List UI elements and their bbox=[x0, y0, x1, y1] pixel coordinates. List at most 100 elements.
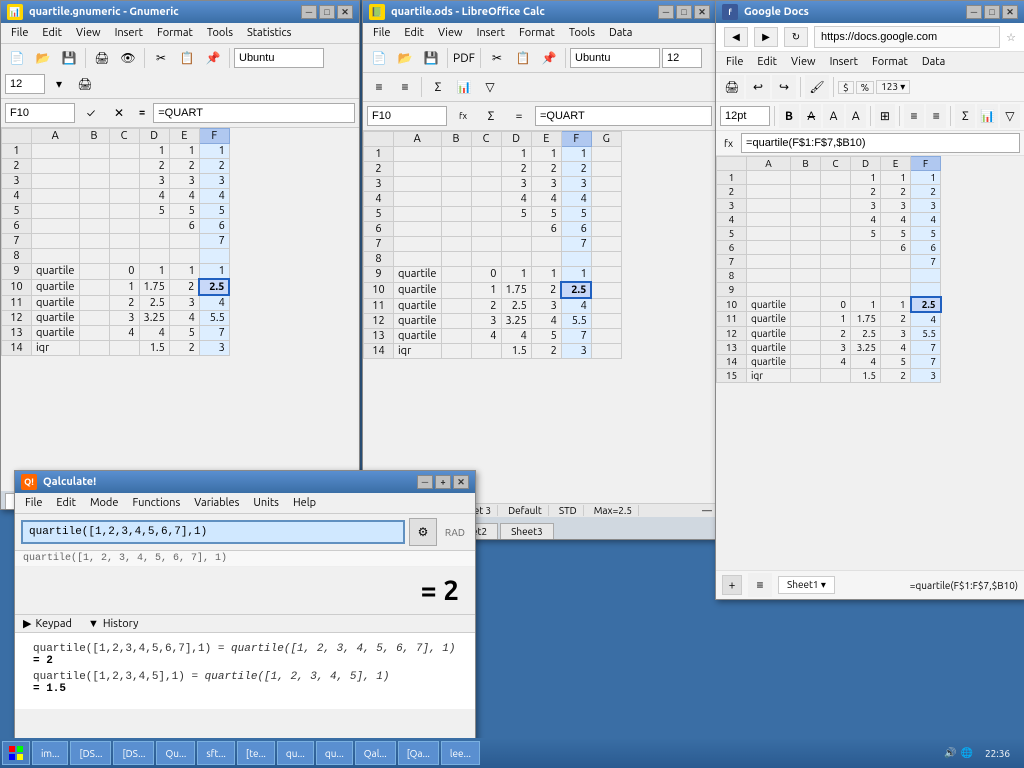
gdocs-sum-btn[interactable]: Σ bbox=[955, 104, 975, 128]
gdocs-bgcolor-btn[interactable]: A bbox=[846, 104, 866, 128]
gdocs-col-header-E[interactable]: E bbox=[881, 157, 911, 171]
cut-btn[interactable]: ✂ bbox=[149, 46, 173, 70]
lo-equals-btn[interactable]: = bbox=[507, 104, 531, 128]
preview-btn[interactable]: 👁 bbox=[116, 46, 140, 70]
gdocs-refresh-btn[interactable]: ↻ bbox=[784, 27, 808, 47]
gdocs-menu-edit[interactable]: Edit bbox=[751, 54, 783, 70]
gdocs-maximize-btn[interactable]: □ bbox=[984, 5, 1000, 19]
gnumeric-cancel-btn[interactable]: ✕ bbox=[107, 101, 131, 125]
taskbar-btn-ds1[interactable]: [DS... bbox=[70, 741, 111, 765]
gdocs-add-sheet-btn[interactable]: + bbox=[722, 575, 742, 595]
gdocs-forward-btn[interactable]: ▶ bbox=[754, 27, 778, 47]
gnumeric-menu-file[interactable]: File bbox=[5, 25, 34, 41]
print-btn[interactable]: 🖨 bbox=[90, 46, 114, 70]
libreoffice-menu-file[interactable]: File bbox=[367, 25, 396, 41]
taskbar-btn-sft[interactable]: sft... bbox=[197, 741, 235, 765]
taskbar-btn-qal[interactable]: Qal... bbox=[355, 741, 396, 765]
gnumeric-menu-format[interactable]: Format bbox=[151, 25, 199, 41]
libreoffice-menu-format[interactable]: Format bbox=[513, 25, 561, 41]
lo-col-header-E[interactable]: E bbox=[531, 132, 561, 147]
gnumeric-fontsize-select[interactable] bbox=[5, 74, 45, 94]
libreoffice-menu-data[interactable]: Data bbox=[603, 25, 638, 41]
libreoffice-maximize-btn[interactable]: □ bbox=[676, 5, 692, 19]
libreoffice-minimize-btn[interactable]: ─ bbox=[658, 5, 674, 19]
open-btn[interactable]: 📂 bbox=[31, 46, 55, 70]
taskbar-btn-im[interactable]: im... bbox=[32, 741, 68, 765]
lo-formula-input[interactable] bbox=[535, 106, 712, 126]
gnumeric-print-btn2[interactable]: 🖨 bbox=[73, 72, 97, 96]
gdocs-menu-data[interactable]: Data bbox=[916, 54, 951, 70]
libreoffice-menu-edit[interactable]: Edit bbox=[398, 25, 430, 41]
lo-open-btn[interactable]: 📂 bbox=[393, 46, 417, 70]
lo-col-header-D[interactable]: D bbox=[501, 132, 531, 147]
col-header-F[interactable]: F bbox=[199, 129, 229, 144]
taskbar-btn-qu2[interactable]: qu... bbox=[277, 741, 314, 765]
lo-align2-btn[interactable]: ≡ bbox=[393, 75, 417, 99]
gdocs-bold-btn[interactable]: B bbox=[779, 104, 799, 128]
gdocs-formula-input[interactable] bbox=[741, 133, 1020, 153]
lo-cut-btn[interactable]: ✂ bbox=[485, 46, 509, 70]
gnumeric-menu-view[interactable]: View bbox=[70, 25, 107, 41]
qalculate-menu-help[interactable]: Help bbox=[287, 495, 322, 511]
gdocs-redo-btn[interactable]: ↪ bbox=[772, 75, 796, 99]
gdocs-col-header-B[interactable]: B bbox=[791, 157, 821, 171]
lo-fontsize-select[interactable] bbox=[662, 48, 702, 68]
taskbar-btn-ds2[interactable]: [DS... bbox=[113, 741, 154, 765]
gnumeric-menu-insert[interactable]: Insert bbox=[109, 25, 149, 41]
lo-col-header-G[interactable]: G bbox=[591, 132, 621, 147]
gnumeric-minimize-btn[interactable]: ─ bbox=[301, 5, 317, 19]
lo-align-btn[interactable]: ≡ bbox=[367, 75, 391, 99]
font-size-down[interactable]: ▾ bbox=[47, 72, 71, 96]
gdocs-back-btn[interactable]: ◀ bbox=[724, 27, 748, 47]
gnumeric-font-select[interactable] bbox=[234, 48, 324, 68]
taskbar-btn-lee[interactable]: lee... bbox=[441, 741, 480, 765]
gnumeric-accept-btn[interactable]: ✓ bbox=[79, 101, 103, 125]
gdocs-filter-btn[interactable]: ▽ bbox=[1000, 104, 1020, 128]
libreoffice-close-btn[interactable]: ✕ bbox=[694, 5, 710, 19]
lo-sum-formula-btn[interactable]: Σ bbox=[479, 104, 503, 128]
gdocs-bookmark-icon[interactable]: ☆ bbox=[1006, 31, 1016, 44]
gdocs-url-bar[interactable] bbox=[814, 26, 1000, 48]
qalculate-expression-input[interactable] bbox=[21, 520, 405, 544]
gnumeric-menu-statistics[interactable]: Statistics bbox=[241, 25, 297, 41]
gdocs-minimize-btn[interactable]: ─ bbox=[966, 5, 982, 19]
gdocs-currency-btn[interactable]: $ bbox=[838, 81, 854, 94]
qalculate-menu-edit[interactable]: Edit bbox=[50, 495, 82, 511]
gnumeric-close-btn[interactable]: ✕ bbox=[337, 5, 353, 19]
gdocs-menu-insert[interactable]: Insert bbox=[824, 54, 864, 70]
lo-cell-ref[interactable] bbox=[367, 106, 447, 126]
taskbar-btn-te[interactable]: [te... bbox=[237, 741, 275, 765]
gdocs-sheet-name[interactable]: Sheet1 ▾ bbox=[778, 576, 835, 594]
lo-fn-btn[interactable]: fx bbox=[451, 104, 475, 128]
lo-pdf-btn[interactable]: PDF bbox=[452, 46, 476, 70]
gdocs-menu-file[interactable]: File bbox=[720, 54, 749, 70]
gdocs-close-btn[interactable]: ✕ bbox=[1002, 5, 1018, 19]
gdocs-strikethrough-btn[interactable]: A bbox=[801, 104, 821, 128]
gdocs-menu-view[interactable]: View bbox=[785, 54, 822, 70]
col-header-B[interactable]: B bbox=[79, 129, 109, 144]
gdocs-123-btn[interactable]: 123 ▾ bbox=[876, 80, 910, 94]
lo-tab-sheet3[interactable]: Sheet3 bbox=[500, 523, 554, 539]
qalculate-menu-units[interactable]: Units bbox=[247, 495, 285, 511]
libreoffice-menu-view[interactable]: View bbox=[432, 25, 469, 41]
lo-filter-btn[interactable]: ▽ bbox=[478, 75, 502, 99]
col-header-D[interactable]: D bbox=[139, 129, 169, 144]
qalculate-menu-functions[interactable]: Functions bbox=[126, 495, 186, 511]
gdocs-chart-btn[interactable]: 📊 bbox=[977, 104, 997, 128]
lo-col-header-C[interactable]: C bbox=[471, 132, 501, 147]
taskbar-btn-qu1[interactable]: Qu... bbox=[156, 741, 195, 765]
new-btn[interactable]: 📄 bbox=[5, 46, 29, 70]
lo-col-header-A[interactable]: A bbox=[394, 132, 442, 147]
lo-zoom-minus[interactable]: — bbox=[702, 505, 712, 516]
gdocs-percent-btn[interactable]: % bbox=[856, 81, 874, 94]
qalculate-menu-variables[interactable]: Variables bbox=[188, 495, 245, 511]
col-header-E[interactable]: E bbox=[169, 129, 199, 144]
qalculate-menu-file[interactable]: File bbox=[19, 495, 48, 511]
qalculate-history-toggle[interactable]: ▼ History bbox=[88, 618, 138, 630]
col-header-C[interactable]: C bbox=[109, 129, 139, 144]
gnumeric-menu-tools[interactable]: Tools bbox=[201, 25, 239, 41]
qalculate-minimize-btn[interactable]: ─ bbox=[417, 475, 433, 489]
lo-font-select[interactable] bbox=[570, 48, 660, 68]
gnumeric-cell-ref[interactable] bbox=[5, 103, 75, 123]
gdocs-list-sheets-btn[interactable]: ≡ bbox=[748, 573, 772, 597]
